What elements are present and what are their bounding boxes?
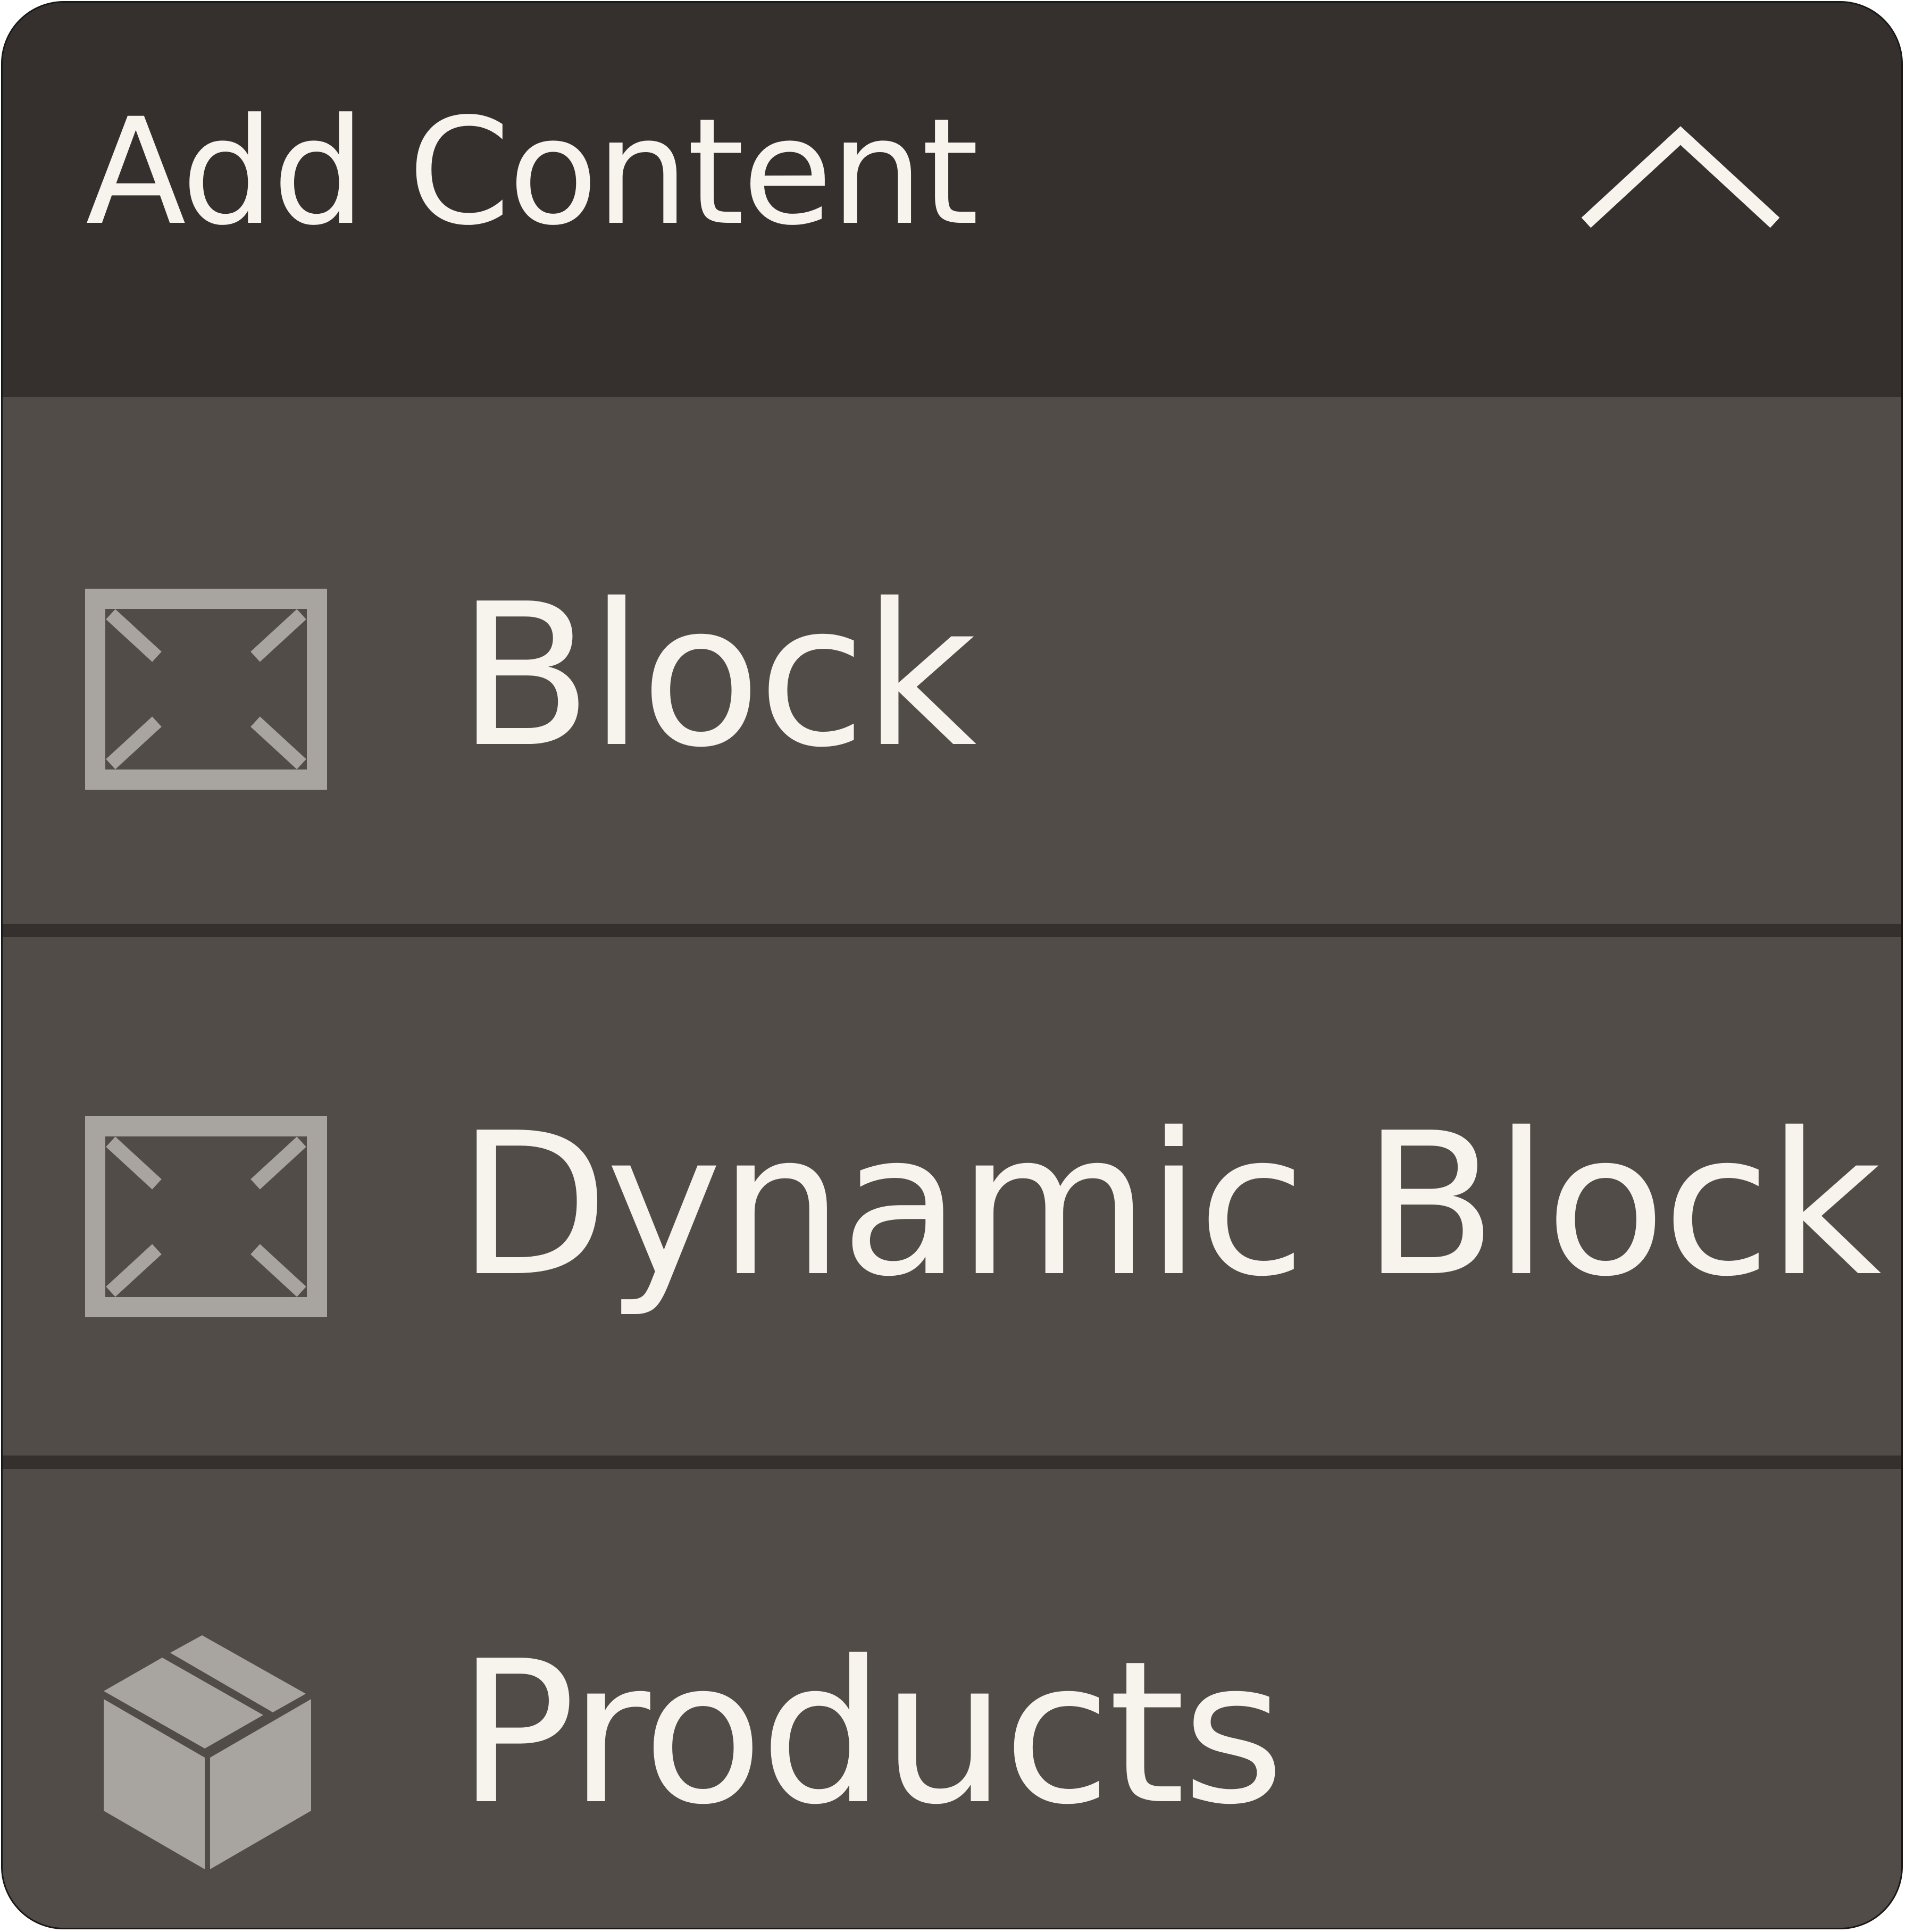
chevron-up-icon: [1581, 126, 1780, 228]
panel-header[interactable]: Add Content: [3, 3, 1901, 397]
content-item-dynamic-block[interactable]: Dynamic Block: [3, 937, 1901, 1456]
content-item-block[interactable]: Block: [3, 397, 1901, 924]
item-label-dynamic-block: Dynamic Block: [457, 1091, 1882, 1320]
products-box-icon: [104, 1635, 311, 1869]
divider: [3, 1456, 1901, 1469]
content-item-products[interactable]: Products: [3, 1469, 1901, 1928]
block-icon: [85, 589, 327, 790]
item-label-products: Products: [457, 1619, 1285, 1848]
collapse-toggle[interactable]: [1574, 109, 1787, 247]
add-content-panel: Add Content Block Dynamic Block Products: [1, 1, 1903, 1929]
divider: [3, 924, 1901, 937]
item-label-block: Block: [457, 562, 977, 791]
dynamic-block-icon: [85, 1116, 327, 1317]
panel-title: Add Content: [86, 87, 979, 258]
